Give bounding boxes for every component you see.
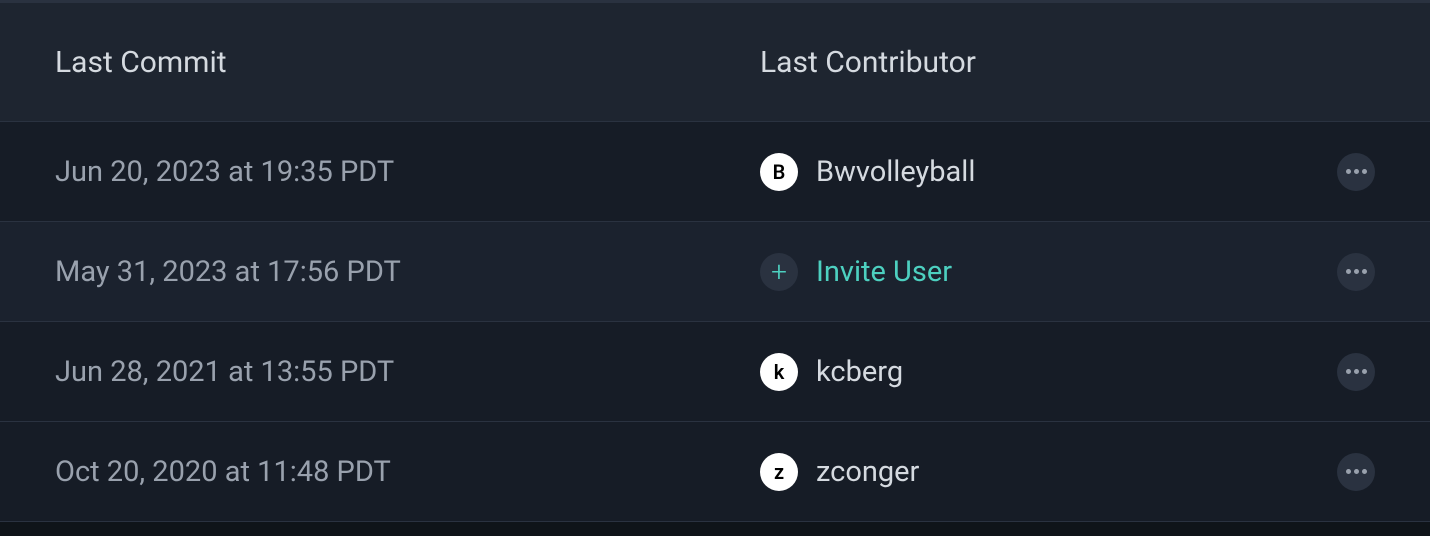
header-last-commit[interactable]: Last Commit: [55, 45, 760, 80]
contributor-name: kcberg: [816, 355, 903, 389]
more-actions-button[interactable]: [1337, 353, 1375, 391]
commit-time: May 31, 2023 at 17:56 PDT: [55, 255, 760, 289]
contributor-name: zconger: [816, 455, 919, 489]
avatar: B: [760, 153, 798, 191]
more-actions-button[interactable]: [1337, 153, 1375, 191]
invite-user-label: Invite User: [816, 255, 952, 289]
plus-icon: +: [760, 253, 798, 291]
table-row[interactable]: Jun 28, 2021 at 13:55 PDT k kcberg: [0, 322, 1430, 422]
more-actions-button[interactable]: [1337, 453, 1375, 491]
more-icon: [1346, 169, 1367, 174]
more-icon: [1346, 369, 1367, 374]
invite-user-button[interactable]: + Invite User: [760, 253, 1337, 291]
more-icon: [1346, 469, 1367, 474]
contributor-cell[interactable]: B Bwvolleyball: [760, 153, 1337, 191]
contributor-cell[interactable]: k kcberg: [760, 353, 1337, 391]
commit-time: Jun 28, 2021 at 13:55 PDT: [55, 355, 760, 389]
commit-table: Last Commit Last Contributor Jun 20, 202…: [0, 2, 1430, 522]
more-actions-button[interactable]: [1337, 253, 1375, 291]
table-row[interactable]: Oct 20, 2020 at 11:48 PDT z zconger: [0, 422, 1430, 522]
avatar: z: [760, 453, 798, 491]
avatar: k: [760, 353, 798, 391]
commit-time: Jun 20, 2023 at 19:35 PDT: [55, 155, 760, 189]
header-last-contributor[interactable]: Last Contributor: [760, 45, 1375, 80]
table-row[interactable]: May 31, 2023 at 17:56 PDT + Invite User: [0, 222, 1430, 322]
table-row[interactable]: Jun 20, 2023 at 19:35 PDT B Bwvolleyball: [0, 122, 1430, 222]
contributor-name: Bwvolleyball: [816, 155, 975, 189]
table-header-row: Last Commit Last Contributor: [0, 2, 1430, 122]
commit-time: Oct 20, 2020 at 11:48 PDT: [55, 455, 760, 489]
contributor-cell[interactable]: z zconger: [760, 453, 1337, 491]
more-icon: [1346, 269, 1367, 274]
